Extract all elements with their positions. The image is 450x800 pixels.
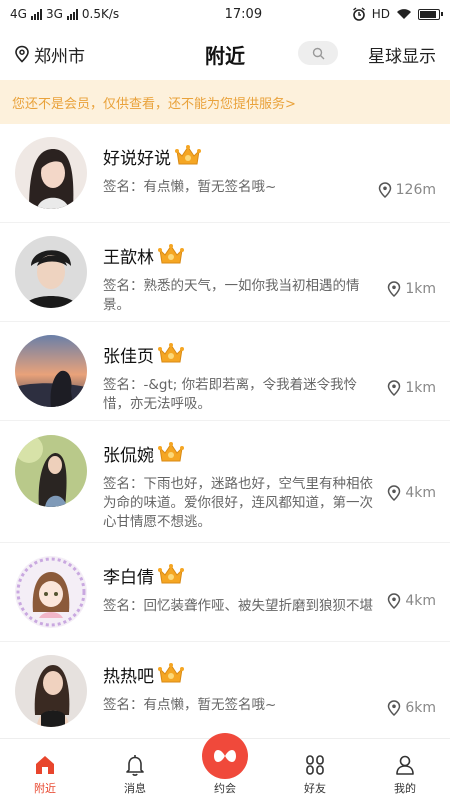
vip-crown-icon (158, 564, 184, 584)
tab-nearby[interactable]: 附近 (0, 739, 90, 800)
avatar[interactable] (15, 435, 87, 507)
vip-crown-icon (158, 244, 184, 264)
friends-icon (306, 755, 324, 775)
tab-label: 我的 (394, 782, 416, 795)
user-name-line: 王歆林 (103, 242, 186, 268)
search-button[interactable] (298, 41, 338, 65)
user-name: 李白倩 (103, 567, 154, 588)
network-type-1: 4G (10, 7, 27, 21)
date-center-button[interactable] (202, 733, 248, 779)
status-time: 17:09 (224, 6, 263, 22)
tab-date[interactable]: 约会 (180, 733, 270, 800)
vip-crown-icon (158, 343, 184, 363)
user-name-line: 热热吧 (103, 661, 186, 687)
list-item[interactable]: 李白倩 签名：回忆装聋作哑、被失望折磨到狼狈不堪 4km (0, 543, 450, 642)
list-item[interactable]: 王歆林 签名：熟悉的天气，一如你我当初相遇的情景。 1km (0, 223, 450, 322)
distance-value: 1km (405, 281, 436, 297)
list-item[interactable]: 热热吧 签名：有点懒，暂无签名哦~ 6km (0, 642, 450, 734)
status-bar: 4G 3G 0.5K/s 17:09 HD (0, 0, 450, 28)
vip-crown-icon (158, 442, 184, 462)
distance: 1km (387, 380, 436, 396)
date-icon (214, 749, 236, 763)
distance-value: 6km (405, 700, 436, 716)
search-icon (312, 47, 324, 59)
user-name-line: 张佳页 (103, 341, 186, 367)
signal-icon-2 (66, 8, 78, 20)
location-pin-icon (388, 281, 401, 297)
distance: 4km (387, 485, 436, 501)
distance: 126m (378, 182, 436, 198)
nearby-user-list: 好说好说 签名：有点懒，暂无签名哦~ 126m 王歆林 签名：熟悉的天气，一如你… (0, 124, 450, 734)
location-pin-icon (388, 700, 401, 716)
distance-value: 4km (405, 485, 436, 501)
bell-icon (126, 755, 144, 776)
tab-messages[interactable]: 消息 (90, 739, 180, 800)
avatar[interactable] (15, 335, 87, 407)
user-signature: 签名：回忆装聋作哑、被失望折磨到狼狈不堪 (103, 598, 373, 614)
user-signature: 签名：-&gt; 你若即若离，令我着迷令我怜惜，亦无法呼吸。 (103, 377, 358, 412)
membership-banner[interactable]: 您还不是会员，仅供查看，还不能为您提供服务> (0, 80, 450, 124)
distance-value: 126m (395, 182, 436, 198)
status-left: 4G 3G 0.5K/s (10, 7, 190, 21)
tab-label: 好友 (304, 782, 326, 795)
tab-label: 附近 (34, 782, 56, 795)
location-selector[interactable]: 郑州市 (14, 42, 85, 67)
tab-profile[interactable]: 我的 (360, 739, 450, 800)
tab-label: 消息 (124, 782, 146, 795)
user-name: 王歆林 (103, 247, 154, 268)
vip-crown-icon (158, 663, 184, 683)
person-icon (396, 755, 414, 775)
planet-display-button[interactable]: 星球显示 (368, 42, 436, 67)
list-item[interactable]: 张佳页 签名：-&gt; 你若即若离，令我着迷令我怜惜，亦无法呼吸。 1km (0, 322, 450, 421)
user-name-line: 好说好说 (103, 143, 203, 169)
distance-value: 4km (405, 593, 436, 609)
network-type-2: 3G (45, 7, 63, 21)
list-item[interactable]: 好说好说 签名：有点懒，暂无签名哦~ 126m (0, 124, 450, 223)
list-item[interactable]: 张侃婉 签名：下雨也好，迷路也好，空气里有种相依为命的味道。爱你很好，连风都知道… (0, 421, 450, 543)
user-name: 张侃婉 (103, 445, 154, 466)
battery-icon (418, 8, 443, 20)
location-pin-icon (388, 380, 401, 396)
user-name-line: 李白倩 (103, 562, 186, 588)
user-signature: 签名：熟悉的天气，一如你我当初相遇的情景。 (103, 278, 360, 313)
signal-icon (30, 8, 42, 20)
tab-friends[interactable]: 好友 (270, 739, 360, 800)
vip-crown-icon (175, 145, 201, 165)
bottom-tab-bar: 附近 消息 约会 好友 我的 (0, 733, 450, 800)
avatar[interactable] (15, 655, 87, 727)
tab-label: 约会 (214, 782, 236, 795)
avatar[interactable] (15, 556, 87, 628)
wifi-icon (397, 9, 411, 19)
location-pin-icon (388, 485, 401, 501)
distance: 6km (387, 700, 436, 716)
user-name-line: 张侃婉 (103, 440, 186, 466)
distance: 4km (387, 593, 436, 609)
hd-label: HD (371, 7, 390, 21)
avatar[interactable] (15, 137, 87, 209)
location-pin-icon (15, 45, 29, 63)
location-pin-icon (378, 182, 391, 198)
distance: 1km (387, 281, 436, 297)
home-icon (36, 756, 54, 774)
header: 郑州市 附近 星球显示 (0, 30, 450, 78)
location-label: 郑州市 (34, 46, 85, 67)
user-signature: 签名：下雨也好，迷路也好，空气里有种相依为命的味道。爱你很好，连风都知道，第一次… (103, 476, 373, 530)
user-name: 热热吧 (103, 666, 154, 687)
location-pin-icon (388, 593, 401, 609)
avatar[interactable] (15, 236, 87, 308)
user-name: 张佳页 (103, 346, 154, 367)
network-speed: 0.5K/s (81, 7, 120, 21)
user-name: 好说好说 (103, 148, 171, 169)
alarm-icon (352, 7, 365, 21)
status-right: HD (352, 7, 443, 21)
user-signature: 签名：有点懒，暂无签名哦~ (103, 179, 277, 195)
distance-value: 1km (405, 380, 436, 396)
user-signature: 签名：有点懒，暂无签名哦~ (103, 697, 277, 713)
